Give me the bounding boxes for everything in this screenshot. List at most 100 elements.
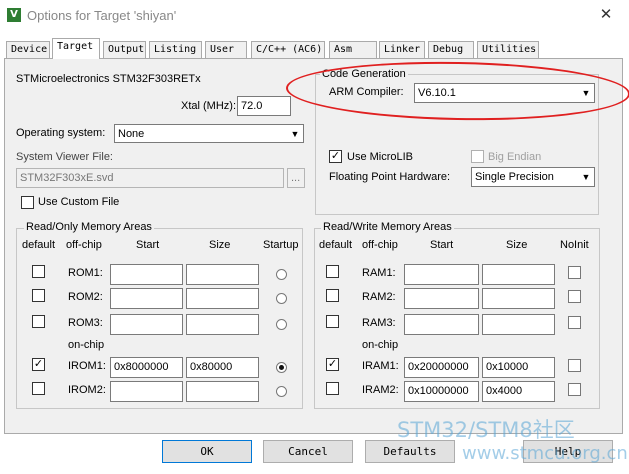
- size-input[interactable]: [186, 314, 259, 335]
- tab-device[interactable]: Device: [6, 41, 50, 59]
- ro-header-size: Size: [209, 239, 231, 251]
- memory-area-name: IRAM2:: [362, 384, 399, 396]
- size-input[interactable]: [482, 288, 555, 309]
- default-checkbox[interactable]: [32, 315, 45, 328]
- xtal-label: Xtal (MHz):: [181, 100, 236, 112]
- tab-debug[interactable]: Debug: [428, 41, 474, 59]
- ro-header-startup: Startup: [263, 239, 299, 251]
- noinit-checkbox[interactable]: [568, 316, 581, 329]
- ro-memory-title: Read/Only Memory Areas: [24, 221, 154, 233]
- startup-radio[interactable]: [276, 386, 287, 397]
- ok-button[interactable]: OK: [162, 440, 252, 463]
- size-input[interactable]: [186, 264, 259, 285]
- memory-area-name: ROM1:: [68, 267, 103, 279]
- noinit-checkbox[interactable]: [568, 266, 581, 279]
- rw-header-start: Start: [430, 239, 454, 251]
- os-select-value: None: [118, 128, 145, 140]
- ro-header-start: Start: [136, 239, 160, 251]
- startup-radio[interactable]: [276, 319, 287, 330]
- cancel-button[interactable]: Cancel: [263, 440, 353, 463]
- memory-area-name: ROM3:: [68, 317, 103, 329]
- fp-hardware-select[interactable]: Single Precision ▼: [471, 167, 595, 187]
- os-label: Operating system:: [16, 127, 106, 139]
- start-address-input[interactable]: 0x10000000: [404, 381, 479, 402]
- tab-utilities[interactable]: Utilities: [477, 41, 539, 59]
- fp-hardware-value: Single Precision: [475, 171, 554, 183]
- use-microlib-checkbox[interactable]: ✓: [329, 150, 342, 163]
- xtal-input[interactable]: 72.0: [237, 96, 291, 116]
- arm-compiler-label: ARM Compiler:: [329, 86, 404, 98]
- default-checkbox[interactable]: [326, 265, 339, 278]
- app-icon: V: [7, 8, 21, 22]
- startup-radio[interactable]: [276, 293, 287, 304]
- start-address-input[interactable]: 0x20000000: [404, 357, 479, 378]
- default-checkbox[interactable]: [326, 289, 339, 302]
- memory-area-name: IROM2:: [68, 384, 106, 396]
- start-address-input[interactable]: [404, 314, 479, 335]
- svd-file-field[interactable]: STM32F303xE.svd: [16, 168, 284, 188]
- os-select[interactable]: None ▼: [114, 124, 304, 143]
- close-icon[interactable]: ✕: [596, 5, 616, 25]
- tab-cc-ac6[interactable]: C/C++ (AC6): [251, 41, 325, 59]
- big-endian-checkbox[interactable]: [471, 150, 484, 163]
- size-input[interactable]: 0x10000: [482, 357, 555, 378]
- rw-memory-title: Read/Write Memory Areas: [321, 221, 454, 233]
- noinit-checkbox[interactable]: [568, 359, 581, 372]
- size-input[interactable]: 0x4000: [482, 381, 555, 402]
- start-address-input[interactable]: 0x8000000: [110, 357, 183, 378]
- rw-onchip-label: on-chip: [362, 339, 399, 351]
- size-input[interactable]: [186, 381, 259, 402]
- memory-area-name: IROM1:: [68, 360, 106, 372]
- default-checkbox[interactable]: ✓: [326, 358, 339, 371]
- tab-listing[interactable]: Listing: [149, 41, 202, 59]
- default-checkbox[interactable]: [326, 315, 339, 328]
- size-input[interactable]: [186, 288, 259, 309]
- noinit-checkbox[interactable]: [568, 383, 581, 396]
- window-title: Options for Target 'shiyan': [27, 8, 177, 23]
- start-address-input[interactable]: [110, 288, 183, 309]
- chevron-down-icon: ▼: [578, 169, 593, 185]
- code-generation-title: Code Generation: [320, 68, 408, 80]
- default-checkbox[interactable]: [32, 265, 45, 278]
- use-custom-file-checkbox[interactable]: [21, 196, 34, 209]
- default-checkbox[interactable]: [32, 289, 45, 302]
- default-checkbox[interactable]: ✓: [32, 358, 45, 371]
- size-input[interactable]: 0x80000: [186, 357, 259, 378]
- memory-area-name: ROM2:: [68, 291, 103, 303]
- memory-area-name: RAM3:: [362, 317, 396, 329]
- fp-hardware-label: Floating Point Hardware:: [329, 171, 451, 183]
- device-name: STMicroelectronics STM32F303RETx: [16, 73, 201, 85]
- default-checkbox[interactable]: [32, 382, 45, 395]
- arm-compiler-select[interactable]: V6.10.1 ▼: [414, 83, 595, 103]
- chevron-down-icon: ▼: [578, 85, 593, 101]
- rw-header-noinit: NoInit: [560, 239, 589, 251]
- svd-browse-button[interactable]: ...: [287, 168, 305, 188]
- start-address-input[interactable]: [404, 264, 479, 285]
- tab-user[interactable]: User: [205, 41, 247, 59]
- start-address-input[interactable]: [110, 264, 183, 285]
- size-input[interactable]: [482, 264, 555, 285]
- start-address-input[interactable]: [110, 314, 183, 335]
- tab-output[interactable]: Output: [103, 41, 146, 59]
- tab-linker[interactable]: Linker: [379, 41, 425, 59]
- memory-area-name: IRAM1:: [362, 360, 399, 372]
- use-microlib-label: Use MicroLIB: [347, 151, 414, 163]
- startup-radio[interactable]: [276, 362, 287, 373]
- title-bar: V Options for Target 'shiyan' ✕: [0, 0, 629, 32]
- use-custom-file-label: Use Custom File: [38, 196, 120, 208]
- watermark-url: www.stmcu.org.cn: [462, 443, 628, 464]
- chevron-down-icon: ▼: [287, 126, 302, 141]
- startup-radio[interactable]: [276, 269, 287, 280]
- tab-asm[interactable]: Asm: [329, 41, 377, 59]
- start-address-input[interactable]: [404, 288, 479, 309]
- ro-header-offchip: off-chip: [66, 239, 102, 251]
- tab-target[interactable]: Target: [52, 38, 100, 59]
- start-address-input[interactable]: [110, 381, 183, 402]
- memory-area-name: RAM2:: [362, 291, 396, 303]
- rw-header-size: Size: [506, 239, 528, 251]
- noinit-checkbox[interactable]: [568, 290, 581, 303]
- default-checkbox[interactable]: [326, 382, 339, 395]
- size-input[interactable]: [482, 314, 555, 335]
- arm-compiler-value: V6.10.1: [418, 87, 456, 99]
- rw-header-offchip: off-chip: [362, 239, 398, 251]
